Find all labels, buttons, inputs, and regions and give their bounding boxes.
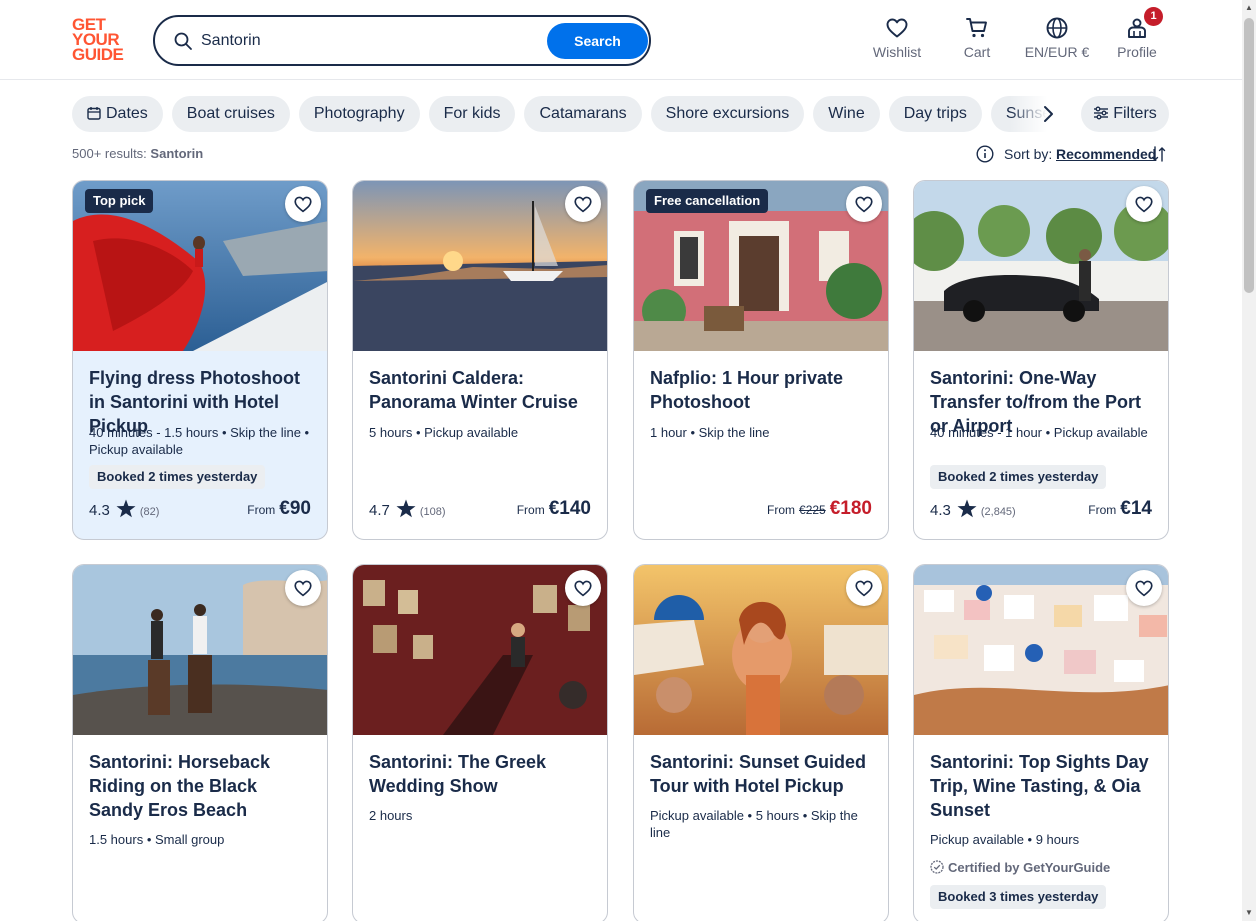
wishlist-button[interactable]: [565, 186, 601, 222]
search-input[interactable]: [201, 27, 531, 55]
activity-meta: Pickup available • 9 hours: [930, 832, 1080, 847]
getyourguide-logo[interactable]: GET YOUR GUIDE: [72, 16, 130, 63]
price: From €14: [1088, 498, 1152, 519]
price: From €225 €180: [767, 498, 872, 519]
results-count: 500+ results: Santorin: [72, 146, 204, 161]
activity-card[interactable]: Free cancellation Nafplio: 1 Hour privat…: [633, 180, 889, 540]
top-pick-badge: Top pick: [85, 189, 154, 213]
activity-meta: 40 minutes - 1 hour • Pickup available: [930, 425, 1148, 440]
booked-badge: Booked 3 times yesterday: [930, 885, 1107, 909]
activity-card[interactable]: Santorini: Horseback Riding on the Black…: [72, 564, 328, 921]
activity-card[interactable]: Santorini: Sunset Guided Tour with Hotel…: [633, 564, 889, 921]
activity-meta: 5 hours • Pickup available: [369, 425, 519, 440]
booked-badge: Booked 2 times yesterday: [930, 465, 1107, 489]
chip-for-kids[interactable]: For kids: [428, 96, 516, 132]
activity-title[interactable]: Santorini: Sunset Guided Tour with Hotel…: [650, 750, 876, 798]
activity-card[interactable]: Santorini Caldera: Panorama Winter Cruis…: [352, 180, 608, 540]
search-bar: Search: [153, 15, 651, 66]
rating: 4.3 (82): [89, 499, 159, 519]
heart-icon: [294, 196, 312, 213]
heart-icon: [574, 580, 592, 597]
free-cancellation-badge: Free cancellation: [646, 189, 769, 213]
heart-icon: [574, 196, 592, 213]
heart-icon: [1135, 580, 1153, 597]
activity-meta: Pickup available • 5 hours • Skip the li…: [650, 808, 858, 840]
notification-badge: 1: [1144, 7, 1163, 26]
scroll-down-arrow-icon[interactable]: ▼: [1245, 908, 1253, 917]
wishlist-link[interactable]: Wishlist: [868, 16, 926, 64]
wishlist-button[interactable]: [1126, 186, 1162, 222]
search-icon: [174, 32, 192, 50]
activity-card[interactable]: Santorini: Top Sights Day Trip, Wine Tas…: [913, 564, 1169, 921]
cart-icon: [966, 18, 987, 38]
chevron-right-icon[interactable]: [1036, 102, 1060, 126]
scroll-up-arrow-icon[interactable]: ▲: [1245, 3, 1253, 12]
filters-button[interactable]: Filters: [1081, 96, 1169, 132]
chip-wine[interactable]: Wine: [813, 96, 880, 132]
star-icon: [957, 499, 977, 518]
activity-title[interactable]: Santorini Caldera: Panorama Winter Cruis…: [369, 366, 595, 414]
category-chips: Dates Boat cruises Photography For kids Cat…: [72, 96, 1072, 132]
certified-label: Certified by GetYourGuide: [930, 860, 1110, 875]
heart-icon: [294, 580, 312, 597]
activity-card[interactable]: Top pick Flying dress Photoshoot in Sant…: [72, 180, 328, 540]
activity-card[interactable]: Santorini: The Greek Wedding Show 2 hour…: [352, 564, 608, 921]
search-button[interactable]: Search: [547, 23, 648, 59]
site-header: GET YOUR GUIDE Search Wishlist Cart EN/E: [0, 0, 1242, 80]
wishlist-button[interactable]: [285, 570, 321, 606]
sort-label: Sort by:: [1004, 146, 1053, 162]
activity-meta: 2 hours: [369, 808, 413, 823]
chip-boat-cruises[interactable]: Boat cruises: [171, 96, 290, 132]
wishlist-button[interactable]: [565, 570, 601, 606]
chip-catamarans[interactable]: Catamarans: [524, 96, 642, 132]
activity-meta: 1.5 hours • Small group: [89, 832, 225, 847]
sort-value[interactable]: Recommended: [1056, 146, 1156, 162]
chip-shore-excursions[interactable]: Shore excursions: [650, 96, 805, 132]
chip-day-trips[interactable]: Day trips: [888, 96, 982, 132]
profile-label: Profile: [1117, 44, 1157, 60]
booked-badge: Booked 2 times yesterday: [89, 465, 266, 489]
activity-title[interactable]: Nafplio: 1 Hour private Photoshoot: [650, 366, 876, 414]
rating: 4.3 (2,845): [930, 499, 1016, 519]
scrollbar-thumb[interactable]: [1244, 18, 1254, 293]
chip-photography[interactable]: Photography: [298, 96, 420, 132]
wishlist-label: Wishlist: [872, 44, 922, 60]
language-currency-link[interactable]: EN/EUR €: [1021, 16, 1093, 64]
price: From €140: [516, 498, 591, 519]
original-price: €225: [799, 503, 826, 517]
wishlist-button[interactable]: [846, 570, 882, 606]
cart-label: Cart: [963, 44, 991, 60]
calendar-icon: [87, 107, 101, 120]
language-label: EN/EUR €: [1024, 44, 1090, 60]
heart-icon: [886, 18, 908, 38]
profile-link[interactable]: Profile 1: [1112, 7, 1163, 64]
activity-title[interactable]: Santorini: Horseback Riding on the Black…: [89, 750, 315, 822]
star-icon: [116, 499, 136, 518]
activity-meta: 1 hour • Skip the line: [650, 425, 770, 440]
wishlist-button[interactable]: [285, 186, 321, 222]
sliders-icon: [1094, 106, 1109, 120]
heart-icon: [855, 196, 873, 213]
heart-icon: [855, 580, 873, 597]
rating: 4.7 (108): [369, 499, 446, 519]
sort-direction-icon[interactable]: [1151, 145, 1167, 163]
wishlist-button[interactable]: [846, 186, 882, 222]
globe-icon: [1046, 17, 1068, 39]
heart-icon: [1135, 196, 1153, 213]
wishlist-button[interactable]: [1126, 570, 1162, 606]
cart-link[interactable]: Cart: [955, 16, 999, 64]
info-icon[interactable]: [976, 145, 994, 163]
price: From €90: [247, 498, 311, 519]
activity-meta: 40 minutes - 1.5 hours • Skip the line •…: [89, 425, 310, 457]
activity-title[interactable]: Santorini: Top Sights Day Trip, Wine Tas…: [930, 750, 1156, 822]
sale-price: €180: [829, 498, 872, 519]
chip-dates[interactable]: Dates: [72, 96, 163, 132]
sort-control[interactable]: Sort by: Recommended: [976, 144, 1170, 164]
activity-title[interactable]: Santorini: The Greek Wedding Show: [369, 750, 595, 798]
star-icon: [396, 499, 416, 518]
activity-card[interactable]: Santorini: One-Way Transfer to/from the …: [913, 180, 1169, 540]
certified-check-icon: [930, 860, 944, 874]
